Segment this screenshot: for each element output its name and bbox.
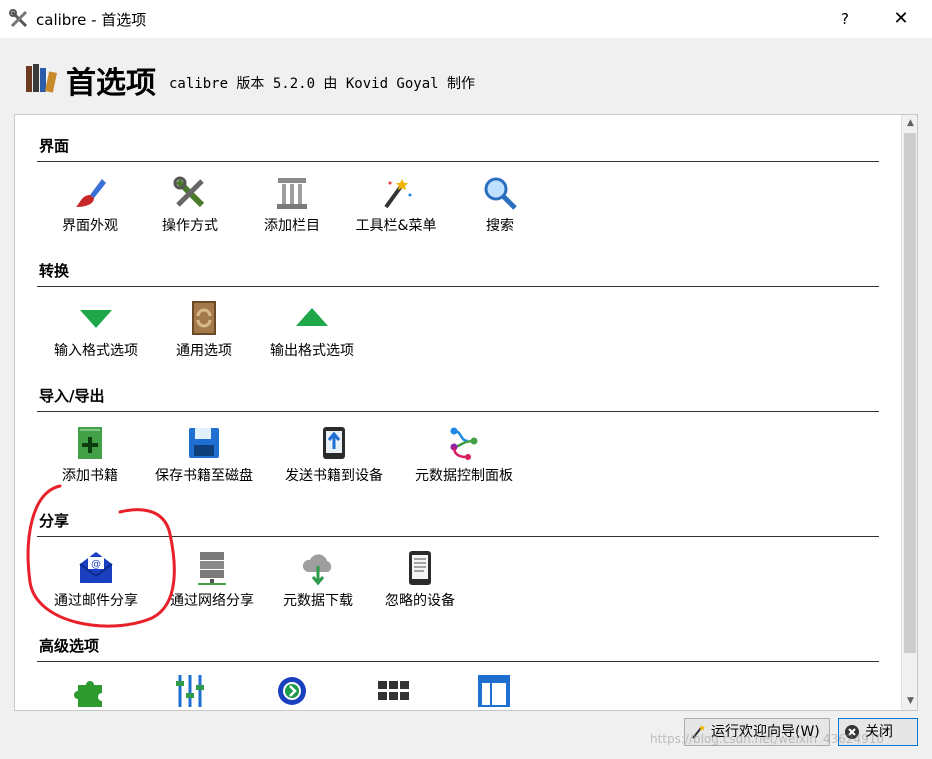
item-label: 添加栏目 <box>264 218 320 234</box>
item-label: 通用选项 <box>176 343 232 359</box>
item-label: 保存书籍至磁盘 <box>155 468 253 484</box>
pref-sending-to-device[interactable]: 发送书籍到设备 <box>269 425 399 485</box>
item-label: 元数据下载 <box>283 593 353 609</box>
scroll-up-arrow-icon[interactable]: ▲ <box>902 115 917 132</box>
arrow-down-icon <box>80 310 112 328</box>
pref-ignored-devices[interactable]: 忽略的设备 <box>355 550 485 610</box>
email-envelope-icon: @ <box>79 552 113 583</box>
section-divider <box>37 536 879 537</box>
watermark-text: https://blog.csdn.net/weixin_43624910 <box>650 732 885 746</box>
column-pillar-icon <box>277 178 307 209</box>
item-label: 通过网络分享 <box>170 593 254 609</box>
item-label: 界面外观 <box>62 218 118 234</box>
item-label: 元数据控制面板 <box>415 468 513 484</box>
ebook-reader-icon <box>409 551 431 585</box>
pref-metadata-plugboards[interactable]: 元数据控制面板 <box>399 425 529 485</box>
search-icon <box>484 177 517 210</box>
pref-advanced-layout[interactable] <box>429 673 559 710</box>
scroll-down-arrow-icon[interactable]: ▼ <box>902 693 917 710</box>
server-icon <box>198 552 226 585</box>
item-label: 发送书籍到设备 <box>285 468 383 484</box>
section-title-conversion: 转换 <box>39 262 70 280</box>
pref-output-options[interactable]: 输出格式选项 <box>247 300 377 360</box>
version-text: calibre 版本 5.2.0 由 Kovid Goyal 制作 <box>169 76 476 92</box>
item-label: 通过邮件分享 <box>54 593 138 609</box>
svg-text:@: @ <box>91 559 101 570</box>
magic-wand-icon <box>384 179 412 209</box>
sliders-tweaks-icon <box>176 675 204 707</box>
section-title-sharing: 分享 <box>39 512 70 530</box>
puzzle-plugin-icon <box>74 681 102 707</box>
floppy-disk-icon <box>189 428 219 458</box>
item-label: 操作方式 <box>162 218 218 234</box>
preferences-header: 首选项 calibre 版本 5.2.0 由 Kovid Goyal 制作 <box>0 38 932 112</box>
section-divider <box>37 411 879 412</box>
item-label: 工具栏&菜单 <box>355 218 437 234</box>
metadata-plugboard-icon <box>450 427 478 460</box>
item-label: 忽略的设备 <box>385 593 455 609</box>
item-label: 搜索 <box>486 218 514 234</box>
scroll-thumb[interactable] <box>904 133 916 653</box>
section-title-interface: 界面 <box>39 137 70 155</box>
item-label: 添加书籍 <box>62 468 118 484</box>
window-titlebar: calibre - 首选项 ? ✕ <box>0 0 932 38</box>
window-title: calibre - 首选项 <box>36 11 147 29</box>
arrow-up-icon <box>296 308 328 326</box>
pref-saving-books[interactable]: 保存书籍至磁盘 <box>139 425 269 485</box>
cloud-download-icon <box>302 554 332 586</box>
page-title: 首选项 <box>66 66 156 101</box>
section-divider <box>37 661 879 662</box>
pref-adding-books[interactable]: 添加书籍 <box>25 425 155 485</box>
gear-icon <box>278 677 306 705</box>
item-label: 输出格式选项 <box>270 343 354 359</box>
paint-brush-icon <box>76 179 106 207</box>
pref-sharing-by-email[interactable]: @ 通过邮件分享 <box>31 550 161 610</box>
section-title-advanced: 高级选项 <box>39 637 100 655</box>
layout-panels-icon <box>478 675 510 707</box>
pref-search[interactable]: 搜索 <box>435 175 565 235</box>
section-title-import-export: 导入/导出 <box>39 387 105 405</box>
preferences-panel: 界面 界面外观 操作方式 添加栏目 工具栏&菜单 搜索 转换 输入格式选项 通用… <box>14 114 918 711</box>
tools-app-icon <box>9 9 28 28</box>
books-logo-icon <box>26 64 57 93</box>
section-divider <box>37 161 879 162</box>
send-to-device-icon <box>323 427 345 459</box>
help-button[interactable]: ? <box>832 6 858 32</box>
keyboard-shortcuts-icon <box>378 681 409 700</box>
panel-scrollbar[interactable]: ▲ ▼ <box>901 115 917 710</box>
book-convert-icon <box>192 301 216 335</box>
tools-icon <box>173 176 205 208</box>
item-label: 输入格式选项 <box>54 343 138 359</box>
section-divider <box>37 286 879 287</box>
window-close-button[interactable]: ✕ <box>884 6 918 32</box>
add-book-icon <box>78 427 102 459</box>
